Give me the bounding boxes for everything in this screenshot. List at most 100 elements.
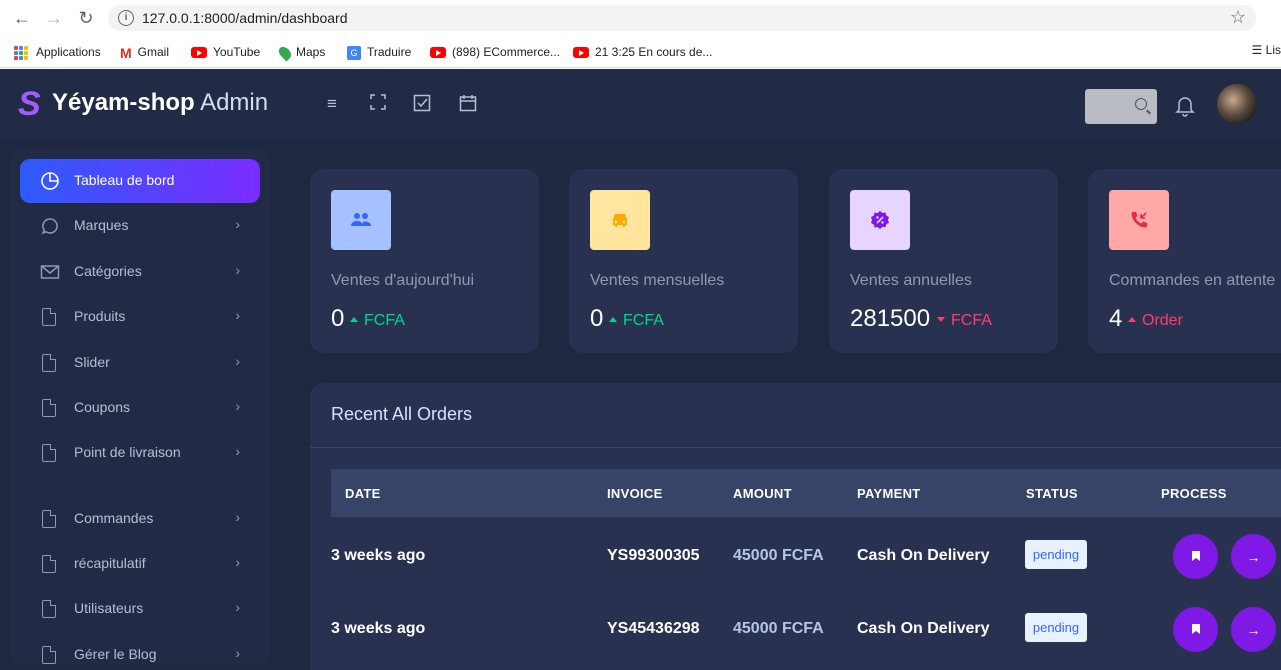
process-order-button[interactable]: → — [1231, 607, 1276, 652]
sidebar-item-blog[interactable]: Gérer le Blog › — [20, 633, 260, 670]
sidebar-item-label: Coupons — [74, 399, 131, 415]
youtube-icon — [573, 47, 589, 59]
address-bar[interactable]: i 127.0.0.1:8000/admin/dashboard ☆ — [108, 5, 1256, 31]
bookmark-icon — [1191, 549, 1201, 565]
column-header: STATUS — [1026, 486, 1078, 501]
maps-pin-icon — [276, 44, 294, 62]
avatar[interactable] — [1217, 84, 1257, 124]
bookmark-label: Applications — [36, 45, 101, 59]
trend-down-icon — [937, 316, 945, 322]
arrow-right-icon: → — [1246, 621, 1261, 638]
sidebar-item-produits[interactable]: Produits › — [20, 295, 260, 339]
arrow-right-icon: → — [1246, 548, 1261, 565]
sidebar-item-commandes[interactable]: Commandes › — [20, 497, 260, 541]
url-text[interactable]: 127.0.0.1:8000/admin/dashboard — [142, 10, 348, 26]
sidebar-item-label: Slider — [74, 354, 110, 370]
stat-unit-label: FCFA — [951, 312, 992, 329]
bookmark-label: 21 3:25 En cours de... — [595, 45, 713, 59]
order-amount: 45000 FCFA — [733, 547, 824, 564]
column-header: DATE — [345, 486, 381, 501]
sidebar-item-label: Marques — [74, 217, 129, 233]
view-order-button[interactable] — [1173, 534, 1218, 579]
bookmark-maps[interactable]: Maps — [276, 43, 326, 62]
bookmark-label: YouTube — [213, 45, 261, 59]
translate-icon: G — [347, 45, 361, 60]
stat-unit: Order — [1128, 312, 1183, 330]
back-arrow-icon[interactable]: ← — [12, 8, 32, 28]
fullscreen-icon[interactable] — [368, 94, 388, 114]
chevron-right-icon: › — [235, 509, 240, 525]
bookmark-applications[interactable]: Applications — [14, 43, 101, 61]
forward-arrow-icon[interactable]: → — [44, 8, 64, 28]
phone-missed-icon — [1109, 190, 1169, 250]
reload-icon[interactable]: ↻ — [76, 8, 96, 28]
bell-icon[interactable] — [1175, 95, 1195, 117]
stat-unit-label: FCFA — [623, 312, 664, 329]
file-icon — [40, 554, 60, 574]
stat-unit: FCFA — [350, 312, 405, 330]
chevron-right-icon: › — [235, 554, 240, 570]
checkbox-icon[interactable] — [412, 94, 432, 114]
file-icon — [40, 398, 60, 418]
brand-title[interactable]: Yéyam-shop Admin — [52, 89, 268, 117]
sidebar-item-label: Utilisateurs — [74, 600, 144, 616]
gmail-icon: M — [120, 44, 132, 61]
sidebar-item-label: Commandes — [74, 510, 154, 526]
sidebar-item-point-livraison[interactable]: Point de livraison › — [20, 431, 260, 475]
search-icon — [1135, 98, 1147, 110]
sidebar-item-utilisateurs[interactable]: Utilisateurs › — [20, 587, 260, 631]
reading-list[interactable]: ☰ Lis — [1252, 43, 1281, 57]
sidebar-item-dashboard[interactable]: Tableau de bord — [20, 159, 260, 203]
file-icon — [40, 307, 60, 327]
status-badge: pending — [1025, 613, 1087, 642]
bookmark-en-cours[interactable]: 21 3:25 En cours de... — [573, 43, 712, 61]
sidebar-item-coupons[interactable]: Coupons › — [20, 386, 260, 430]
stat-label: Ventes d'aujourd'hui — [331, 272, 475, 289]
order-amount: 45000 FCFA — [733, 620, 824, 637]
bookmark-gmail[interactable]: M Gmail — [120, 43, 169, 61]
trend-up-icon — [350, 316, 358, 322]
sidebar-item-categories[interactable]: Catégories › — [20, 250, 260, 294]
stat-unit-label: Order — [1142, 312, 1183, 329]
chevron-right-icon: › — [235, 262, 240, 278]
info-icon[interactable]: i — [118, 10, 134, 26]
search-input[interactable] — [1085, 89, 1157, 124]
file-icon — [40, 509, 60, 529]
sidebar: Tableau de bord Marques › Catégories › P… — [10, 149, 270, 664]
stat-label: Ventes mensuelles — [590, 272, 725, 289]
bookmark-ecommerce[interactable]: (898) ECommerce... — [430, 43, 560, 61]
bookmark-traduire[interactable]: G Traduire — [347, 43, 411, 61]
star-icon[interactable]: ☆ — [1230, 7, 1246, 28]
bookmark-label: Traduire — [367, 45, 412, 59]
youtube-icon — [430, 47, 446, 59]
bookmark-youtube[interactable]: YouTube — [191, 43, 260, 61]
bookmark-label: Maps — [296, 45, 326, 59]
stat-unit: FCFA — [609, 312, 664, 330]
column-header: AMOUNT — [733, 486, 792, 501]
process-order-button[interactable]: → — [1231, 534, 1276, 579]
admin-app: S Yéyam-shop Admin ≡ Tableau de bord Mar… — [0, 69, 1281, 670]
sidebar-item-slider[interactable]: Slider › — [20, 341, 260, 385]
stat-label: Ventes annuelles — [850, 272, 972, 289]
stat-value: 0 — [331, 305, 345, 332]
menu-icon[interactable]: ≡ — [322, 94, 342, 114]
pie-chart-icon — [40, 171, 60, 191]
view-order-button[interactable] — [1173, 607, 1218, 652]
sidebar-item-marques[interactable]: Marques › — [20, 204, 260, 248]
chevron-right-icon: › — [235, 398, 240, 414]
calendar-icon[interactable] — [458, 94, 478, 114]
trend-up-icon — [1128, 316, 1136, 322]
logo-icon[interactable]: S — [18, 87, 44, 121]
recent-orders-panel: Recent All Orders DATE INVOICE AMOUNT PA… — [310, 383, 1281, 670]
order-date: 3 weeks ago — [331, 620, 426, 637]
column-header: PAYMENT — [857, 486, 921, 501]
car-icon — [590, 190, 650, 250]
sidebar-item-recapitulatif[interactable]: récapitulatif › — [20, 542, 260, 586]
stat-card-annual: Ventes annuelles 281500 FCFA — [829, 169, 1058, 353]
users-icon — [331, 190, 391, 250]
order-payment: Cash On Delivery — [857, 620, 990, 637]
youtube-icon — [191, 47, 207, 59]
topbar: ≡ — [280, 69, 1281, 139]
sidebar-item-label: Tableau de bord — [74, 172, 175, 188]
panel-title: Recent All Orders — [331, 404, 473, 424]
